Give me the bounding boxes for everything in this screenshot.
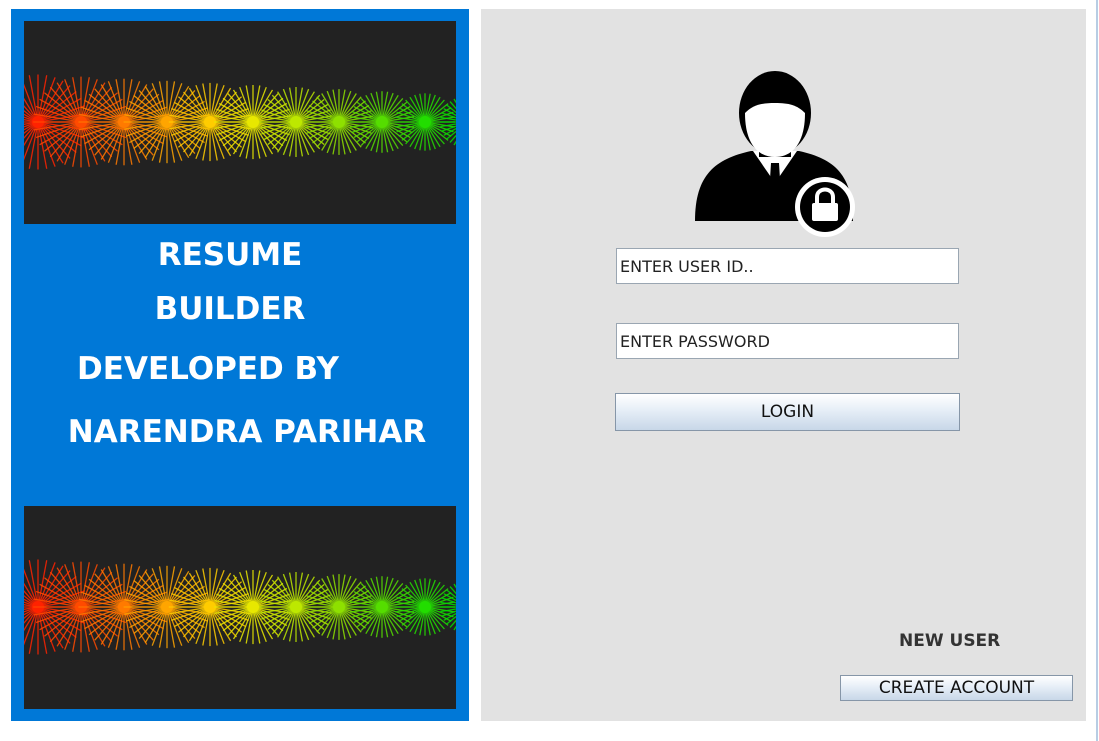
new-user-label: NEW USER <box>899 631 1001 651</box>
branding-panel: RESUME BUILDER DEVELOPED BY NARENDRA PAR… <box>11 9 469 721</box>
password-input[interactable] <box>616 323 959 359</box>
login-button[interactable]: LOGIN <box>615 393 960 431</box>
spark-banner-bottom <box>24 559 456 655</box>
title-developed-by: DEVELOPED BY <box>77 351 339 387</box>
top-banner-image <box>24 21 456 224</box>
spark-banner-top <box>24 74 456 170</box>
title-resume: RESUME <box>157 237 303 273</box>
bottom-banner-image <box>24 506 456 709</box>
title-author: NARENDRA PARIHAR <box>67 414 427 450</box>
create-account-button[interactable]: CREATE ACCOUNT <box>840 675 1073 701</box>
login-window: RESUME BUILDER DEVELOPED BY NARENDRA PAR… <box>0 0 1099 741</box>
login-panel: LOGIN NEW USER CREATE ACCOUNT <box>481 9 1086 721</box>
user-lock-icon <box>695 71 855 237</box>
window-edge <box>1096 0 1098 741</box>
user-id-input[interactable] <box>616 248 959 284</box>
title-builder: BUILDER <box>154 291 306 327</box>
